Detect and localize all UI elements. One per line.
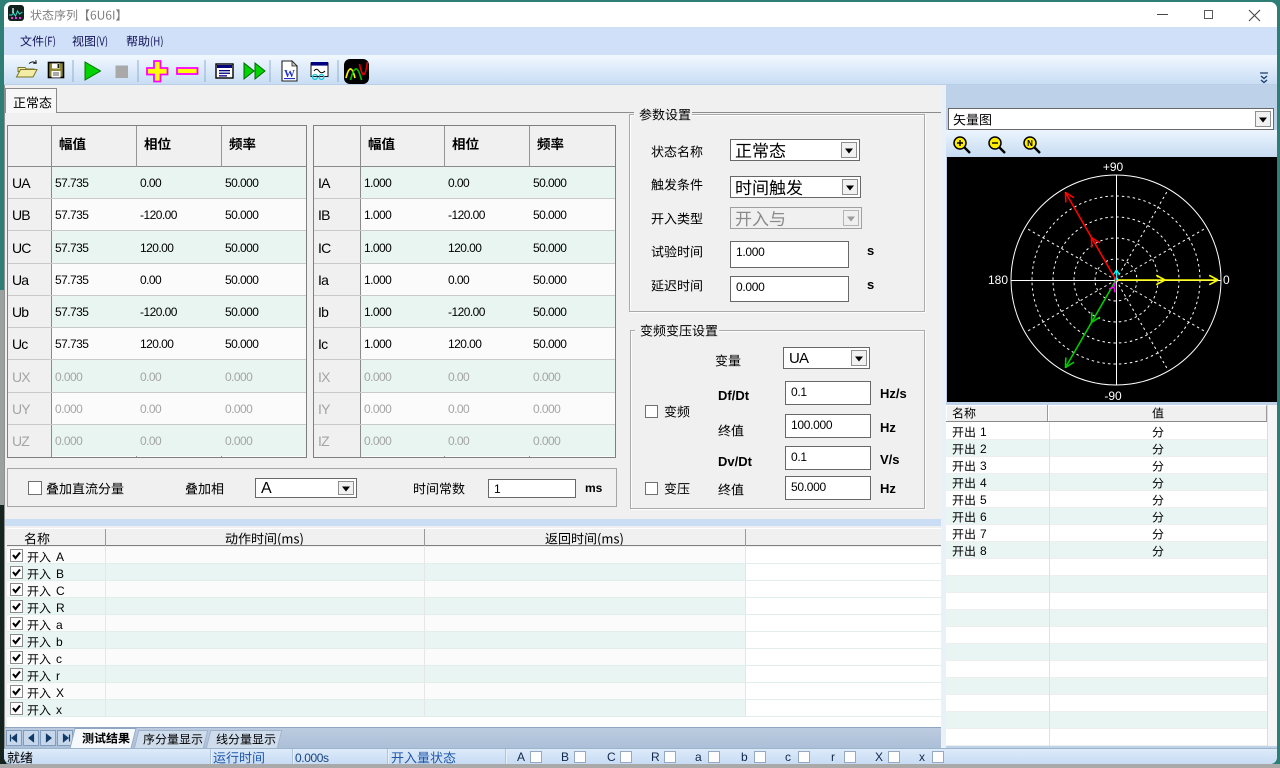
svg-text:180: 180 bbox=[988, 273, 1008, 287]
svg-text:N: N bbox=[1027, 139, 1033, 148]
svg-text:+90: +90 bbox=[1103, 160, 1124, 174]
svg-text:-90: -90 bbox=[1104, 389, 1122, 402]
svg-text:0: 0 bbox=[1223, 273, 1230, 287]
